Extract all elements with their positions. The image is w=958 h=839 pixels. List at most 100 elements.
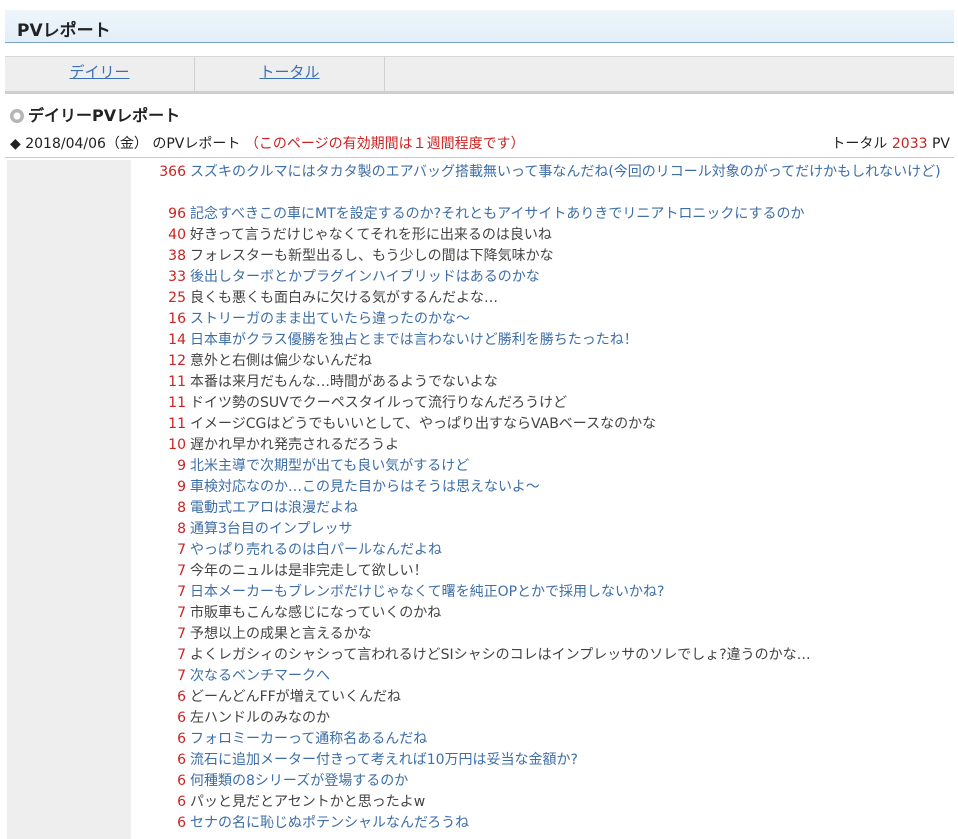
article-link[interactable]: 市販車もこんな感じになっていくのかね [190, 603, 950, 623]
report-date: ◆ 2018/04/06（金） のPVレポート [10, 136, 241, 152]
article-link[interactable]: イメージCGはどうでもいいとして、やっぱり出すならVABベースなのかな [190, 414, 950, 434]
pv-count: 8 [177, 521, 186, 537]
total-unit: PV [931, 136, 950, 152]
article-link[interactable]: 通算3台目のインプレッサ [190, 519, 950, 539]
list-item: 7 次なるベンチマークへ [132, 666, 954, 687]
tab-bar: デイリー トータル [5, 56, 954, 94]
pv-count: 7 [177, 605, 186, 621]
article-link[interactable]: 流石に追加メーター付きって考えれば10万円は妥当な金額か? [190, 750, 950, 770]
section-title: デイリーPVレポート [28, 106, 181, 125]
article-link[interactable]: 好きって言うだけじゃなくてそれを形に出来るのは良いね [190, 225, 950, 245]
report-date-line: ◆ 2018/04/06（金） のPVレポート （このページの有効期間は１週間程… [10, 133, 950, 153]
pv-count: 7 [177, 626, 186, 642]
article-link[interactable]: 何種類の8シリーズが登場するのか [190, 771, 950, 791]
list-item: 9 車検対応なのか…この見た目からはそうは思えないよ～ [132, 477, 954, 498]
article-link[interactable]: よくレガシィのシャシって言われるけどSIシャシのコレはインプレッサのソレでしょ?… [190, 645, 950, 665]
article-link[interactable]: 今年のニュルは是非完走して欲しい！ [190, 561, 950, 581]
article-link[interactable]: やっぱり売れるのは白パールなんだよね [190, 540, 950, 560]
article-link[interactable]: ドイツ勢のSUVでクーペスタイルって流行りなんだろうけど [190, 393, 950, 413]
pv-count: 7 [177, 542, 186, 558]
page-header: PVレポート [5, 10, 954, 43]
article-link[interactable]: 後出しターボとかプラグインハイブリッドはあるのかな [190, 267, 950, 287]
list-item: 10 遅かれ早かれ発売されるだろうよ [132, 435, 954, 456]
list-item: 11 イメージCGはどうでもいいとして、やっぱり出すならVABベースなのかな [132, 414, 954, 435]
validity-note: （このページの有効期間は１週間程度です） [244, 136, 525, 152]
pv-count: 6 [177, 815, 186, 831]
list-item: 9 北米主導で次期型が出ても良い気がするけど [132, 456, 954, 477]
pv-count: 366 [159, 164, 186, 180]
article-link[interactable]: フォロミーカーって通称名あるんだね [190, 729, 950, 749]
list-item: 8 電動式エアロは浪漫だよね [132, 498, 954, 519]
pv-count: 7 [177, 584, 186, 600]
pv-count: 16 [168, 311, 186, 327]
left-sidebar [7, 160, 131, 839]
radio-bullet-icon [10, 109, 24, 123]
tab-total[interactable]: トータル [195, 57, 385, 91]
list-item: 14 日本車がクラス優勝を独占とまでは言わないけど勝利を勝ちたったね！ [132, 330, 954, 351]
article-link[interactable]: パッと見だとアセントかと思ったよw [190, 792, 950, 812]
pv-count: 6 [177, 689, 186, 705]
list-item: 8 通算3台目のインプレッサ [132, 519, 954, 540]
list-item: 6 フォロミーカーって通称名あるんだね [132, 729, 954, 750]
total-pv: トータル 2033 PV [831, 133, 950, 153]
article-link[interactable]: 次なるベンチマークへ [190, 666, 950, 686]
list-item: 6 セナの名に恥じぬポテンシャルなんだろうね [132, 813, 954, 834]
list-item: 6 パッと見だとアセントかと思ったよw [132, 792, 954, 813]
article-link[interactable]: 遅かれ早かれ発売されるだろうよ [190, 435, 950, 455]
list-item: 7 日本メーカーもブレンボだけじゃなくて曙を純正OPとかで採用しないかね? [132, 582, 954, 603]
article-link[interactable]: セナの名に恥じぬポテンシャルなんだろうね [190, 813, 950, 833]
pv-count: 6 [177, 794, 186, 810]
article-link[interactable]: フォレスターも新型出るし、もう少しの間は下降気味かな [190, 246, 950, 266]
article-link[interactable]: ストリーガのまま出ていたら違ったのかな～ [190, 309, 950, 329]
pv-count: 6 [177, 731, 186, 747]
article-link[interactable]: 予想以上の成果と言えるかな [190, 624, 950, 644]
list-item: 12 意外と右側は偏少ないんだね [132, 351, 954, 372]
article-link[interactable]: 良くも悪くも面白みに欠ける気がするんだよな… [190, 288, 950, 308]
pv-count: 9 [177, 479, 186, 495]
article-link[interactable]: 本番は来月だもんな…時間があるようでないよな [190, 372, 950, 392]
pv-count: 7 [177, 668, 186, 684]
pv-ranking-list: 366 スズキのクルマにはタカタ製のエアバッグ搭載無いって事なんだね(今回のリコー… [132, 162, 954, 834]
pv-count: 12 [168, 353, 186, 369]
list-item: 33 後出しターボとかプラグインハイブリッドはあるのかな [132, 267, 954, 288]
pv-count: 7 [177, 647, 186, 663]
total-label: トータル [831, 136, 888, 152]
list-item: 7 やっぱり売れるのは白パールなんだよね [132, 540, 954, 561]
divider [5, 157, 954, 158]
pv-count: 8 [177, 500, 186, 516]
total-value: 2033 [891, 136, 928, 152]
list-item: 6 流石に追加メーター付きって考えれば10万円は妥当な金額か? [132, 750, 954, 771]
list-item: 7 よくレガシィのシャシって言われるけどSIシャシのコレはインプレッサのソレでしょ… [132, 645, 954, 666]
pv-count: 10 [168, 437, 186, 453]
list-item: 7 市販車もこんな感じになっていくのかね [132, 603, 954, 624]
list-item: 25 良くも悪くも面白みに欠ける気がするんだよな… [132, 288, 954, 309]
article-link[interactable]: 意外と右側は偏少ないんだね [190, 351, 950, 371]
article-link[interactable]: 左ハンドルのみなのか [190, 708, 950, 728]
list-item: 6 左ハンドルのみなのか [132, 708, 954, 729]
list-item: 6 どーんどんFFが増えていくんだね [132, 687, 954, 708]
list-item: 6 何種類の8シリーズが登場するのか [132, 771, 954, 792]
article-link[interactable]: どーんどんFFが増えていくんだね [190, 687, 950, 707]
article-link[interactable]: 北米主導で次期型が出ても良い気がするけど [190, 456, 950, 476]
article-link[interactable]: 記念すべきこの車にMTを設定するのか?それともアイサイトありきでリニアトロニック… [190, 204, 950, 224]
article-link[interactable]: 車検対応なのか…この見た目からはそうは思えないよ～ [190, 477, 950, 497]
pv-count: 7 [177, 563, 186, 579]
list-item: 38 フォレスターも新型出るし、もう少しの間は下降気味かな [132, 246, 954, 267]
pv-count: 6 [177, 773, 186, 789]
list-item: 11 ドイツ勢のSUVでクーペスタイルって流行りなんだろうけど [132, 393, 954, 414]
pv-count: 14 [168, 332, 186, 348]
list-item: 40 好きって言うだけじゃなくてそれを形に出来るのは良いね [132, 225, 954, 246]
pv-count: 11 [168, 374, 186, 390]
pv-count: 11 [168, 395, 186, 411]
pv-count: 11 [168, 416, 186, 432]
list-item: 366 スズキのクルマにはタカタ製のエアバッグ搭載無いって事なんだね(今回のリコー… [132, 162, 954, 204]
article-link[interactable]: 日本車がクラス優勝を独占とまでは言わないけど勝利を勝ちたったね！ [190, 330, 950, 350]
list-item: 7 予想以上の成果と言えるかな [132, 624, 954, 645]
pv-count: 6 [177, 752, 186, 768]
tab-daily[interactable]: デイリー [5, 57, 195, 91]
pv-count: 6 [177, 710, 186, 726]
article-link[interactable]: スズキのクルマにはタカタ製のエアバッグ搭載無いって事なんだね(今回のリコール対象… [190, 162, 950, 182]
page-title: PVレポート [17, 21, 111, 41]
article-link[interactable]: 日本メーカーもブレンボだけじゃなくて曙を純正OPとかで採用しないかね? [190, 582, 950, 602]
article-link[interactable]: 電動式エアロは浪漫だよね [190, 498, 950, 518]
